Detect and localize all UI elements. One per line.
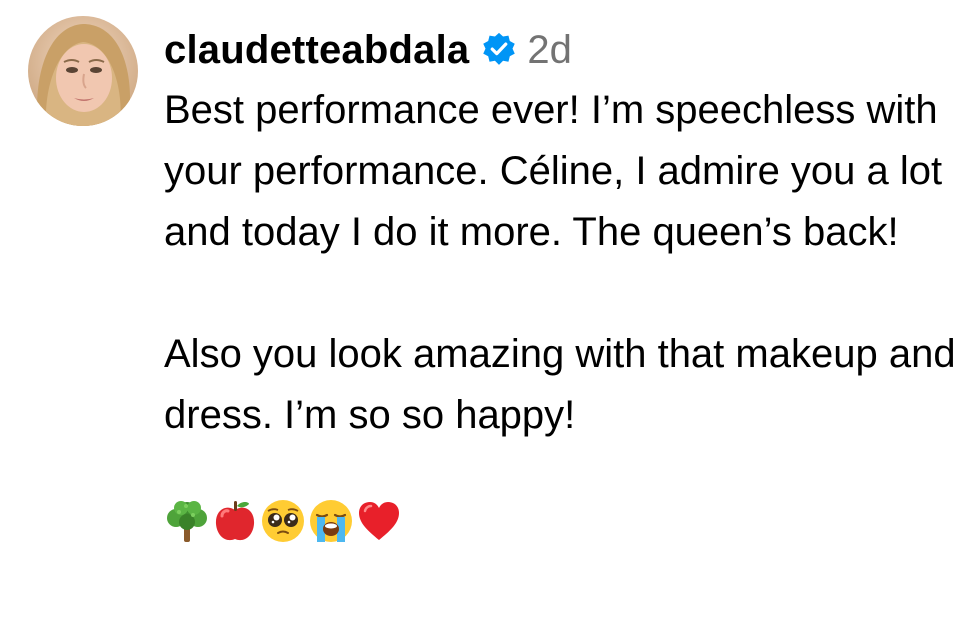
- comment-paragraph: Also you look amazing with that makeup a…: [164, 332, 956, 437]
- tree-emoji-icon: [164, 498, 210, 544]
- emoji-row: [164, 494, 964, 548]
- comment-paragraph: Best performance ever! I’m speechless wi…: [164, 88, 943, 254]
- comment-body: claudetteabdala 2d Best performance ever…: [164, 22, 964, 548]
- red-heart-emoji-icon: [356, 498, 402, 544]
- avatar[interactable]: [28, 16, 138, 126]
- username-link[interactable]: claudetteabdala: [164, 30, 469, 70]
- comment-header: claudetteabdala 2d: [164, 22, 964, 78]
- verified-badge-icon: [481, 32, 517, 68]
- comment: claudetteabdala 2d Best performance ever…: [0, 0, 980, 639]
- avatar-image: [28, 16, 138, 126]
- red-apple-emoji-icon: [212, 498, 258, 544]
- pleading-face-emoji-icon: [260, 498, 306, 544]
- comment-text: Best performance ever! I’m speechless wi…: [164, 80, 964, 446]
- comment-timestamp[interactable]: 2d: [527, 30, 572, 70]
- loudly-crying-face-emoji-icon: [308, 498, 354, 544]
